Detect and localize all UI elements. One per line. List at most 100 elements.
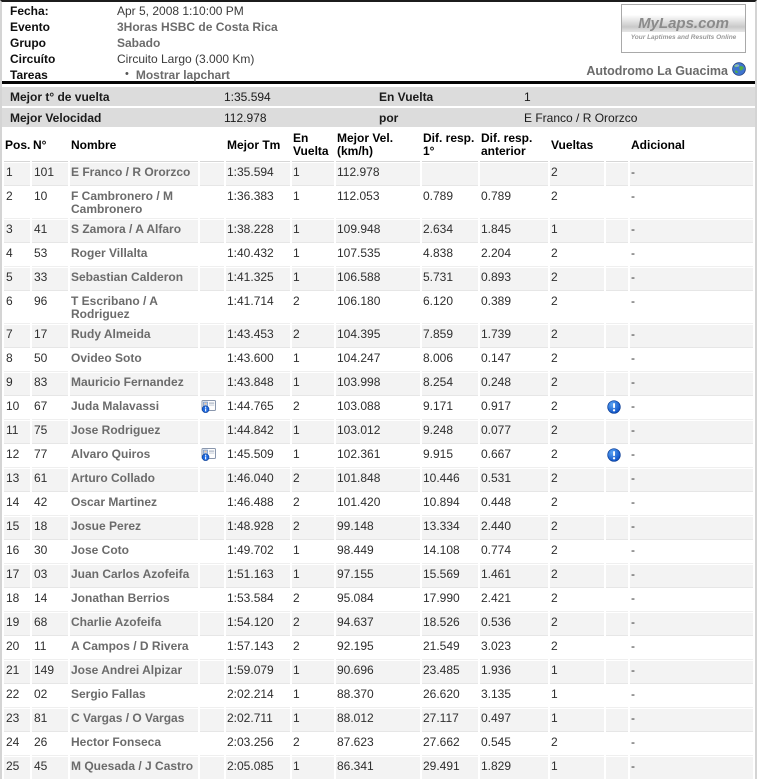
info-value: 3Horas HSBC de Costa Rica [117,20,278,34]
additional-cell: - [630,637,753,660]
info-alert-icon[interactable] [607,400,621,417]
driver-card-icon[interactable] [201,448,216,464]
position-cell: 9 [4,373,30,396]
by-label: por [379,111,524,125]
car-number-cell: 50 [32,349,68,372]
driver-name-cell: Charlie Azofeifa [70,613,198,636]
on-lap-cell: 2 [292,292,334,324]
additional-cell: - [630,757,753,779]
info-alert-icon[interactable] [607,448,621,465]
position-cell: 10 [4,397,30,420]
position-cell: 11 [4,421,30,444]
driver-name-cell: Juan Carlos Azofeifa [70,565,198,588]
table-row: 21 149 Jose Andrei Alpizar 1:59.079 1 90… [4,661,753,684]
car-number-cell: 14 [32,589,68,612]
table-row: 19 68 Charlie Azofeifa 1:54.120 2 94.637… [4,613,753,636]
driver-name-cell: Rudy Almeida [70,325,198,348]
table-row: 25 45 M Quesada / J Castro 2:05.085 1 86… [4,757,753,779]
best-time-cell: 1:48.928 [226,517,290,540]
laps-cell: 1 [550,685,604,708]
driver-card-cell [200,613,224,636]
car-number-cell: 96 [32,292,68,324]
table-row: 1 101 E Franco / R Ororzco 1:35.594 1 11… [4,163,753,186]
col-header-vel: Mejor Vel. (km/h) [336,130,420,162]
globe-icon [732,62,746,79]
additional-cell: - [630,517,753,540]
header-row: Pos. N° Nombre Mejor Tm En Vuelta Mejor … [4,130,753,162]
car-number-cell: 101 [32,163,68,186]
on-lap-cell: 1 [292,661,334,684]
position-cell: 3 [4,220,30,243]
gap-to-prev-cell: 0.667 [480,445,548,468]
best-speed-cell: 92.195 [336,637,420,660]
info-label: Circuíto [10,52,117,66]
alert-cell [606,244,628,267]
gap-to-prev-cell: 0.531 [480,469,548,492]
results-table: Pos. N° Nombre Mejor Tm En Vuelta Mejor … [2,129,755,779]
driver-card-cell [200,244,224,267]
driver-name-cell: Jonathan Berrios [70,589,198,612]
driver-name-cell: Oscar Martinez [70,493,198,516]
gap-to-prev-cell: 2.440 [480,517,548,540]
gap-to-prev-cell: 0.774 [480,541,548,564]
results-header: Pos. N° Nombre Mejor Tm En Vuelta Mejor … [4,130,753,162]
driver-card-cell [200,589,224,612]
show-lapchart-link[interactable]: Mostrar lapchart [136,68,230,82]
car-number-cell: 02 [32,685,68,708]
gap-to-first-cell: 8.006 [422,349,478,372]
on-lap-cell: 1 [292,349,334,372]
driver-name-cell: Alvaro Quiros [70,445,198,468]
position-cell: 19 [4,613,30,636]
gap-to-prev-cell: 1.829 [480,757,548,779]
driver-card-icon[interactable] [201,400,216,416]
table-row: 12 77 Alvaro Quiros 1:45.509 1 102.361 9… [4,445,753,468]
driver-card-cell [200,421,224,444]
best-speed-cell: 99.148 [336,517,420,540]
driver-card-cell [200,325,224,348]
best-time-cell: 1:43.453 [226,325,290,348]
gap-to-prev-cell: 2.204 [480,244,548,267]
best-lap-value: 1:35.594 [224,90,379,104]
gap-to-first-cell: 14.108 [422,541,478,564]
car-number-cell: 75 [32,421,68,444]
alert-cell [606,469,628,492]
alert-cell [606,757,628,779]
mylaps-logo[interactable]: MyLaps.com Your Laptimes and Results Onl… [621,4,746,53]
venue-link[interactable]: Autodromo La Guacima [586,62,746,79]
driver-card-cell [200,685,224,708]
gap-to-prev-cell: 0.893 [480,268,548,291]
best-time-cell: 1:44.765 [226,397,290,420]
on-lap-cell: 1 [292,220,334,243]
additional-cell: - [630,469,753,492]
on-lap-cell: 1 [292,541,334,564]
driver-card-cell [200,373,224,396]
position-cell: 8 [4,349,30,372]
col-header-dif-1: Dif. resp. 1° [422,130,478,162]
gap-to-first-cell: 23.485 [422,661,478,684]
on-lap-cell: 1 [292,373,334,396]
additional-cell: - [630,685,753,708]
position-cell: 4 [4,244,30,267]
table-row: 8 50 Ovideo Soto 1:43.600 1 104.247 8.00… [4,349,753,372]
car-number-cell: 81 [32,709,68,732]
gap-to-first-cell: 27.117 [422,709,478,732]
driver-name-cell: M Quesada / J Castro [70,757,198,779]
gap-to-prev-cell: 0.789 [480,187,548,219]
gap-to-prev-cell: 3.023 [480,637,548,660]
best-time-cell: 1:46.488 [226,493,290,516]
driver-card-cell [200,292,224,324]
table-row: 6 96 T Escribano / A Rodriguez 1:41.714 … [4,292,753,324]
best-time-cell: 1:53.584 [226,589,290,612]
additional-cell: - [630,373,753,396]
car-number-cell: 41 [32,220,68,243]
laps-cell: 2 [550,541,604,564]
alert-cell [606,292,628,324]
alert-cell [606,187,628,219]
best-speed-cell: 106.588 [336,268,420,291]
driver-card-cell [200,349,224,372]
driver-card-cell [200,187,224,219]
best-speed-cell: 90.696 [336,661,420,684]
table-row: 15 18 Josue Perez 1:48.928 2 99.148 13.3… [4,517,753,540]
best-time-cell: 2:03.256 [226,733,290,756]
gap-to-first-cell: 2.634 [422,220,478,243]
